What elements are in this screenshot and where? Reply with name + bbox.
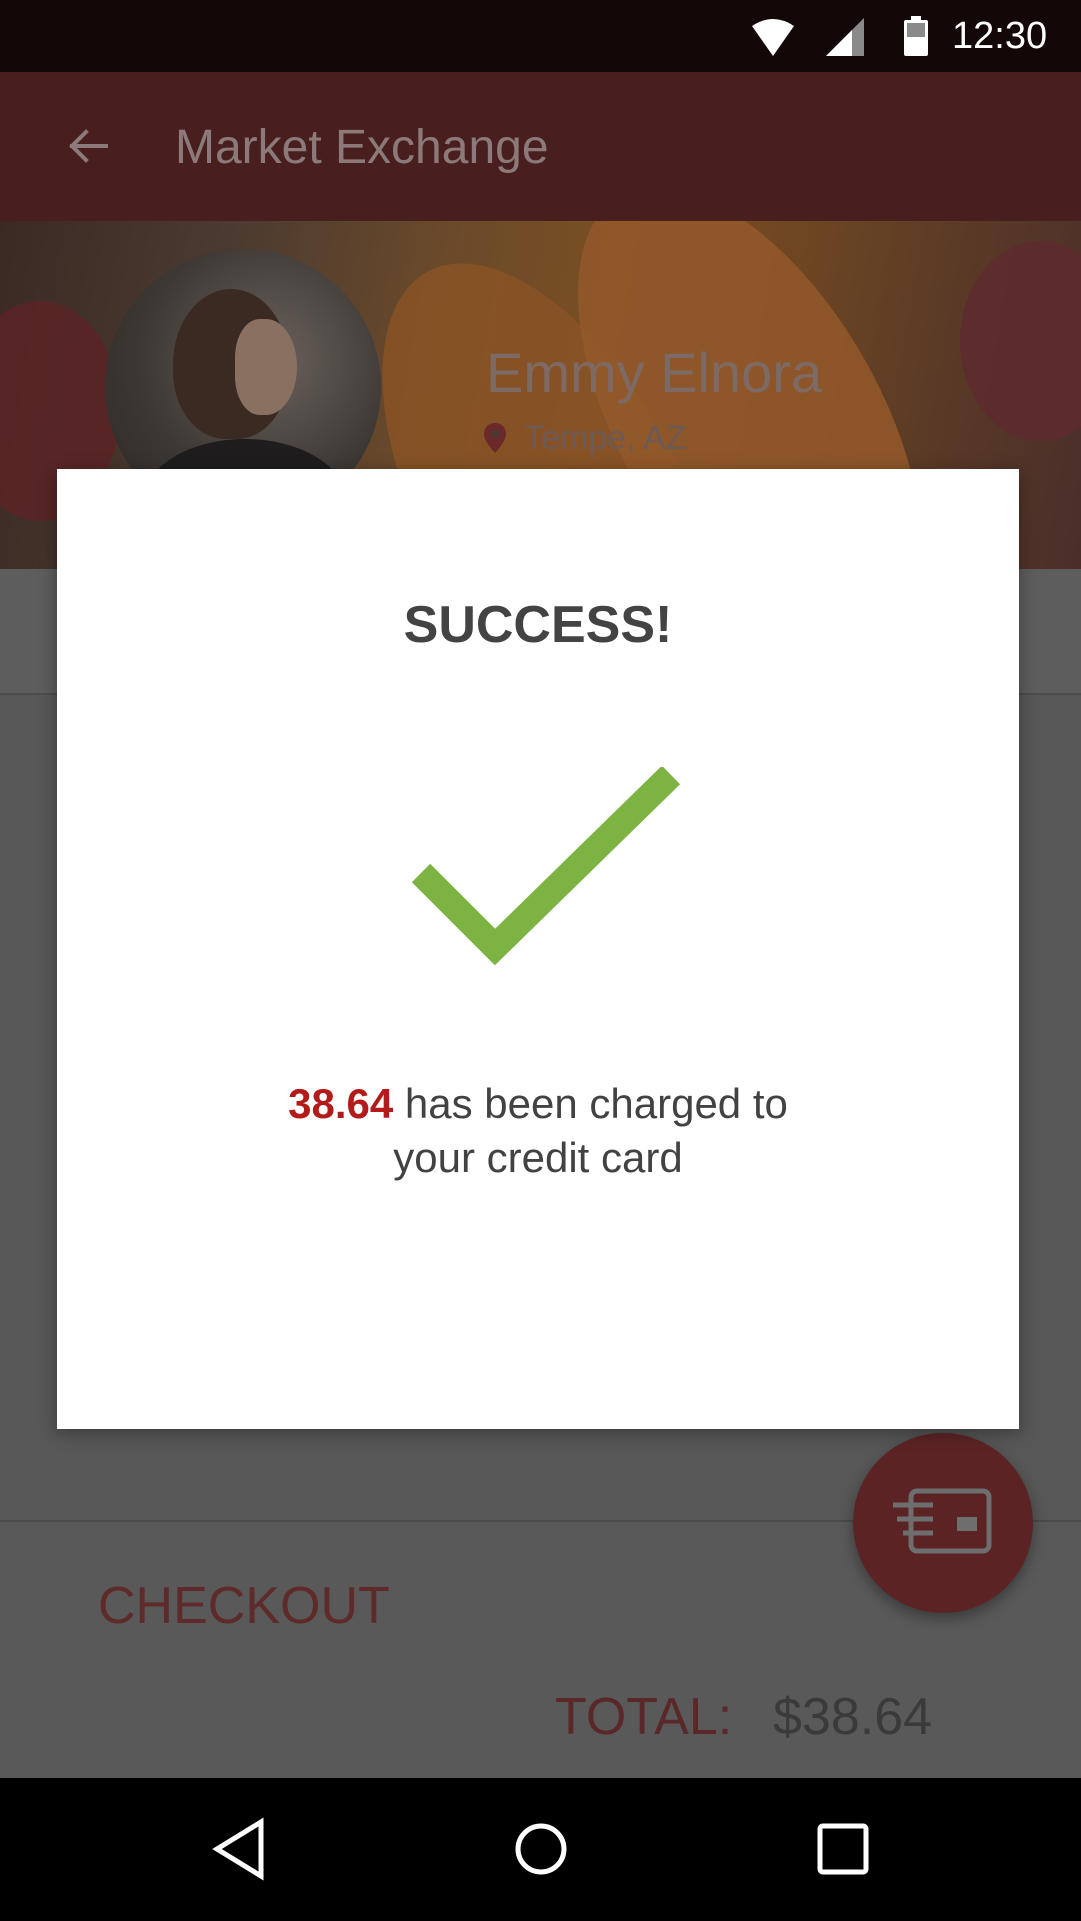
total-value: $38.64 <box>773 1688 933 1746</box>
system-nav-bar <box>0 1778 1081 1921</box>
charge-message: 38.64 has been charged to your credit ca… <box>57 1077 1019 1185</box>
battery-icon <box>904 16 928 56</box>
total-label: TOTAL: <box>555 1688 733 1746</box>
success-dialog: SUCCESS! 38.64 has been charged to your … <box>57 469 1019 1429</box>
status-time: 12:30 <box>952 15 1048 57</box>
credit-card-icon <box>893 1488 992 1554</box>
dialog-title: SUCCESS! <box>403 596 673 654</box>
map-pin-icon <box>484 423 506 453</box>
cell-signal-icon <box>826 18 864 56</box>
checkout-title: CHECKOUT <box>98 1577 390 1635</box>
seller-name: Emmy Elnora <box>486 341 823 404</box>
checkmark-icon <box>411 767 681 966</box>
seller-location: Tempe, AZ <box>524 419 687 457</box>
pay-button[interactable] <box>853 1433 1033 1613</box>
wifi-icon <box>752 19 794 56</box>
status-bar: 12:30 <box>0 0 1081 72</box>
nav-back-icon[interactable] <box>205 1814 275 1884</box>
arrow-back-icon[interactable] <box>66 124 110 168</box>
charge-message-line1: has been charged to <box>393 1080 788 1127</box>
app-title: Market Exchange <box>175 121 549 174</box>
nav-recents-icon[interactable] <box>808 1814 878 1884</box>
charged-amount: 38.64 <box>288 1080 394 1127</box>
nav-home-icon[interactable] <box>506 1814 576 1884</box>
charge-message-line2: your credit card <box>393 1134 683 1181</box>
app-bar: Market Exchange <box>0 72 1081 221</box>
